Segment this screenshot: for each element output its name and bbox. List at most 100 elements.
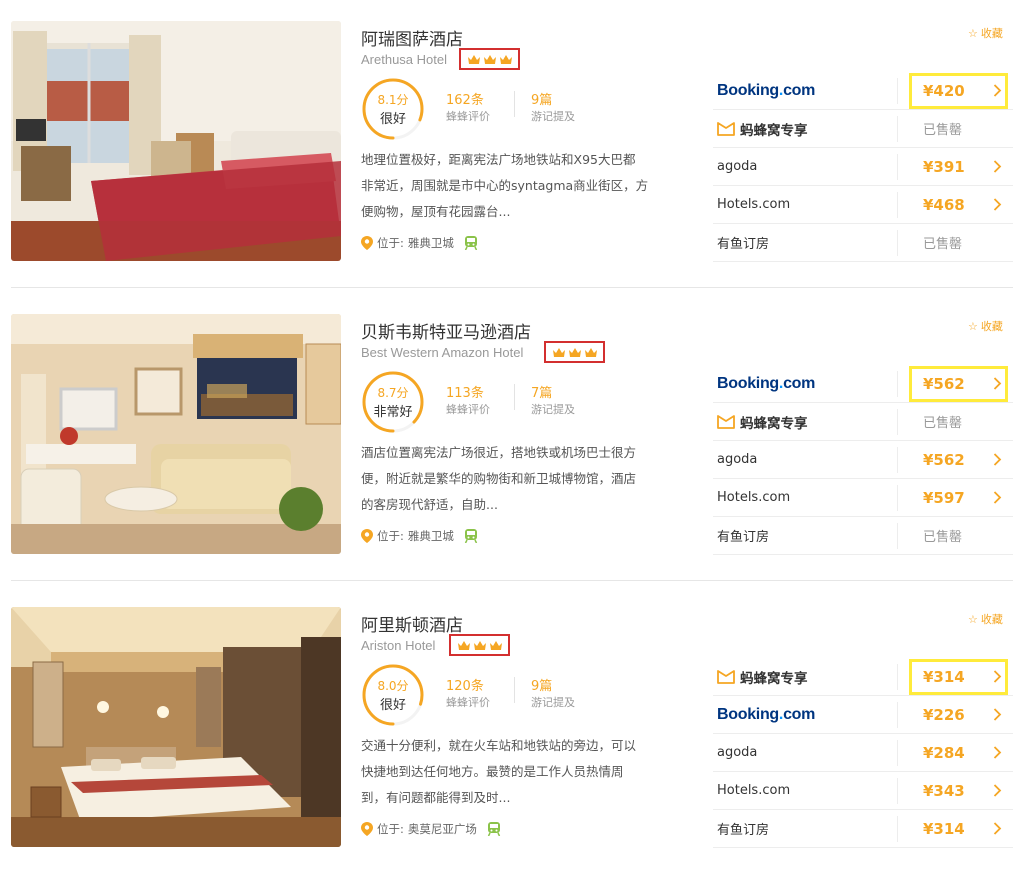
metro-icon <box>487 822 501 836</box>
hotel-location[interactable]: 位于: 奥莫尼亚广场 <box>361 821 501 837</box>
chevron-right-icon <box>993 708 1002 721</box>
sold-out-status: 已售罄 <box>923 416 963 431</box>
ota-row[interactable]: Booking.com ¥226 <box>713 696 1013 734</box>
score-badge: 8.0分 很好 <box>361 663 425 727</box>
star-icon: ☆ <box>968 612 978 626</box>
favorite-button[interactable]: ☆ 收藏 <box>968 25 1003 41</box>
ota-row[interactable]: agoda ¥391 <box>713 148 1013 186</box>
ota-price: ¥343 <box>923 781 965 800</box>
mafengwo-icon <box>717 414 735 429</box>
review-count[interactable]: 162条 蜂蜂评价 <box>446 89 490 124</box>
stat-divider <box>514 677 515 703</box>
hotel-description: 交通十分便利，就在火车站和地铁站的旁边，可以 快捷地到达任何地方。最赞的是工作人… <box>361 733 679 811</box>
ota-price: ¥420 <box>923 81 965 100</box>
ota-row[interactable]: Booking.com ¥420 <box>713 72 1013 110</box>
notes-count[interactable]: 7篇 游记提及 <box>531 382 575 417</box>
location-pin-icon <box>361 236 373 250</box>
location-prefix: 位于: <box>377 236 404 250</box>
star-icon: ☆ <box>968 26 978 40</box>
description-line: 便购物，屋顶有花园露台... <box>361 204 511 219</box>
ota-row[interactable]: Hotels.com ¥343 <box>713 772 1013 810</box>
review-count-label: 蜂蜂评价 <box>446 110 490 123</box>
ota-row[interactable]: agoda ¥562 <box>713 441 1013 479</box>
ota-name: 有鱼订房 <box>717 823 770 838</box>
crown-icon <box>473 640 486 650</box>
row-divider <box>897 778 898 804</box>
ota-row[interactable]: 有鱼订房 ¥314 <box>713 810 1013 848</box>
crown-rating <box>449 634 510 656</box>
star-icon: ☆ <box>968 319 978 333</box>
crown-icon <box>568 347 581 357</box>
ota-name: agoda <box>717 159 758 174</box>
score-value: 8.0分 <box>377 679 409 693</box>
row-divider <box>897 816 898 842</box>
chevron-right-icon <box>993 160 1002 173</box>
notes-count-value: 7篇 <box>531 386 553 401</box>
mafengwo-logo: 蚂蜂窝专享 <box>717 658 808 695</box>
mafengwo-logo: 蚂蜂窝专享 <box>717 110 808 147</box>
ota-name: Hotels.com <box>717 490 791 505</box>
description-line: 非常近，周围就是市中心的syntagma商业街区，方 <box>361 178 649 193</box>
chevron-right-icon <box>993 453 1002 466</box>
ota-price: ¥314 <box>923 819 965 838</box>
ota-row[interactable]: 有鱼订房 已售罄 <box>713 517 1013 555</box>
ota-row[interactable]: 有鱼订房 已售罄 <box>713 224 1013 262</box>
ota-row[interactable]: Booking.com ¥562 <box>713 365 1013 403</box>
hotel-photo[interactable] <box>11 314 341 554</box>
location-name: 雅典卫城 <box>407 236 454 250</box>
hotel-name-cn[interactable]: 阿里斯顿酒店 <box>361 611 463 636</box>
favorite-button[interactable]: ☆ 收藏 <box>968 611 1003 627</box>
ota-name-text: 蚂蜂窝专享 <box>740 122 808 139</box>
hotel-location[interactable]: 位于: 雅典卫城 <box>361 235 478 251</box>
review-count[interactable]: 120条 蜂蜂评价 <box>446 675 490 710</box>
crown-icon <box>489 640 502 650</box>
ota-row[interactable]: 蚂蜂窝专享 已售罄 <box>713 110 1013 148</box>
description-line: 便，附近就是繁华的购物街和新卫城博物馆，酒店 <box>361 471 637 486</box>
mafengwo-icon <box>717 669 735 684</box>
chevron-right-icon <box>993 198 1002 211</box>
hotel-name-cn[interactable]: 贝斯韦斯特亚马逊酒店 <box>361 318 531 343</box>
favorite-label: 收藏 <box>980 27 1003 40</box>
notes-count[interactable]: 9篇 游记提及 <box>531 89 575 124</box>
row-divider <box>897 447 898 473</box>
score-label: 很好 <box>379 112 406 127</box>
location-prefix: 位于: <box>377 529 404 543</box>
hotel-photo[interactable] <box>11 607 341 847</box>
sold-out-status: 已售罄 <box>923 123 963 138</box>
ota-price: ¥562 <box>923 450 965 469</box>
favorite-label: 收藏 <box>980 320 1003 333</box>
score-value: 8.7分 <box>377 386 409 400</box>
notes-count[interactable]: 9篇 游记提及 <box>531 675 575 710</box>
ota-row[interactable]: 蚂蜂窝专享 已售罄 <box>713 403 1013 441</box>
card-divider <box>11 287 1013 288</box>
hotel-card: 贝斯韦斯特亚马逊酒店 Best Western Amazon Hotel 8.7… <box>0 314 1020 576</box>
location-prefix: 位于: <box>377 822 404 836</box>
row-divider <box>897 702 898 728</box>
ota-price: ¥562 <box>923 374 965 393</box>
ota-row[interactable]: 蚂蜂窝专享 ¥314 <box>713 658 1013 696</box>
review-count-value: 113条 <box>446 386 484 401</box>
ota-row[interactable]: Hotels.com ¥597 <box>713 479 1013 517</box>
notes-count-value: 9篇 <box>531 679 553 694</box>
hotel-name-cn[interactable]: 阿瑞图萨酒店 <box>361 25 463 50</box>
ota-price-list: Booking.com ¥420 蚂蜂窝专享 已售罄 agoda ¥391 Ho… <box>713 72 1013 262</box>
favorite-button[interactable]: ☆ 收藏 <box>968 318 1003 334</box>
ota-price: ¥284 <box>923 743 965 762</box>
crown-icon <box>499 54 512 64</box>
chevron-right-icon <box>993 822 1002 835</box>
ota-row[interactable]: agoda ¥284 <box>713 734 1013 772</box>
hotel-photo-image <box>11 607 341 847</box>
hotel-location[interactable]: 位于: 雅典卫城 <box>361 528 478 544</box>
row-divider <box>897 485 898 511</box>
row-divider <box>897 230 898 256</box>
notes-count-value: 9篇 <box>531 93 553 108</box>
chevron-right-icon <box>993 784 1002 797</box>
location-name: 奥莫尼亚广场 <box>407 822 477 836</box>
hotel-card: 阿里斯顿酒店 Ariston Hotel 8.0分 很好 120条 蜂蜂评价 9… <box>0 607 1020 869</box>
ota-price: ¥468 <box>923 195 965 214</box>
ota-row[interactable]: Hotels.com ¥468 <box>713 186 1013 224</box>
metro-icon <box>464 529 478 543</box>
booking-logo: Booking.com <box>717 81 816 99</box>
hotel-photo[interactable] <box>11 21 341 261</box>
review-count[interactable]: 113条 蜂蜂评价 <box>446 382 490 417</box>
